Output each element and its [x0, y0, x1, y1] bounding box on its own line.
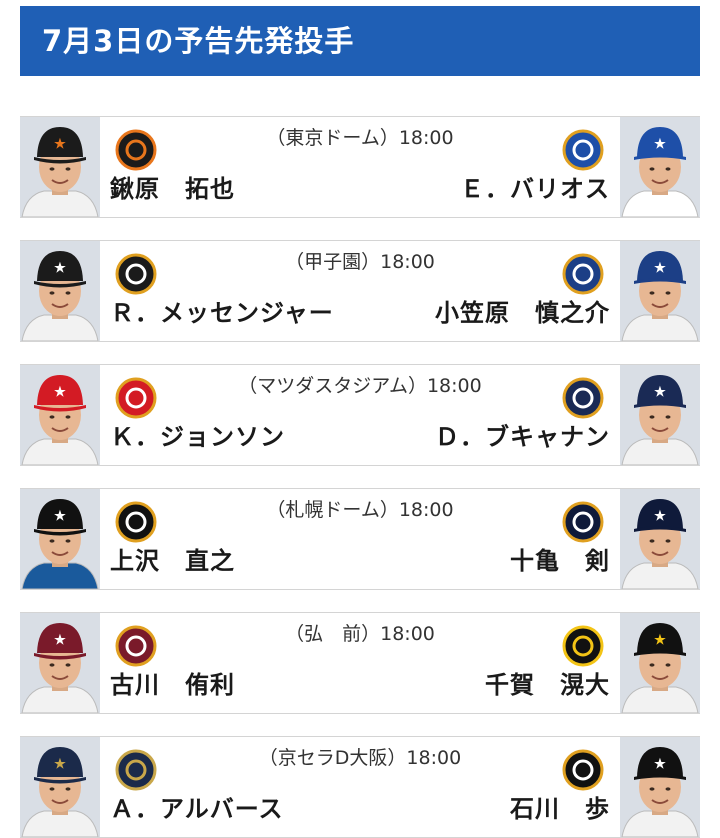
home-pitcher-photo: ★ [20, 737, 100, 837]
svg-text:★: ★ [54, 633, 66, 648]
home-pitcher-name[interactable]: Ｋ．ジョンソン [110, 417, 285, 452]
dragons-logo [560, 251, 606, 297]
marines-logo [560, 747, 606, 793]
away-pitcher-photo: ★ [620, 365, 700, 465]
home-pitcher-photo: ★ [20, 365, 100, 465]
game-card[interactable]: ★ ★ （札幌ドーム）18:00 上沢 直之 十亀 剣 [20, 488, 700, 590]
venue-time: （マツダスタジアム）18:00 [238, 375, 482, 397]
game-card[interactable]: ★ ★ （東京ドーム）18:00 鍬原 拓也 Ｅ．バリオス [20, 116, 700, 218]
carp-logo [113, 375, 159, 421]
home-pitcher-name[interactable]: Ｒ．メッセンジャー [110, 293, 334, 328]
away-pitcher-photo: ★ [620, 613, 700, 713]
away-pitcher-name[interactable]: Ｄ．ブキャナン [435, 417, 610, 452]
svg-text:★: ★ [654, 261, 666, 276]
game-card[interactable]: ★ ★ （弘 前）18:00 古川 侑利 千賀 滉大 [20, 612, 700, 714]
svg-text:★: ★ [654, 633, 666, 648]
fighters-logo [113, 499, 159, 545]
home-pitcher-photo: ★ [20, 117, 100, 217]
baystars-logo [560, 127, 606, 173]
away-pitcher-name[interactable]: 十亀 剣 [510, 541, 610, 576]
giants-logo [113, 127, 159, 173]
svg-text:★: ★ [54, 757, 66, 772]
away-pitcher-name[interactable]: 石川 歩 [510, 789, 610, 824]
home-pitcher-photo: ★ [20, 489, 100, 589]
home-pitcher-name[interactable]: 上沢 直之 [110, 541, 235, 576]
venue-time: （甲子園）18:00 [285, 251, 435, 273]
away-pitcher-photo: ★ [620, 117, 700, 217]
svg-text:★: ★ [654, 757, 666, 772]
venue-time: （札幌ドーム）18:00 [266, 499, 454, 521]
svg-text:★: ★ [54, 261, 66, 276]
svg-text:★: ★ [654, 509, 666, 524]
venue-time: （京セラD大阪）18:00 [258, 747, 462, 769]
game-card[interactable]: ★ ★ （マツダスタジアム）18:00 Ｋ．ジョンソン Ｄ．ブキャナン [20, 364, 700, 466]
buffaloes-logo [113, 747, 159, 793]
svg-text:★: ★ [54, 509, 66, 524]
page-title: 7月3日の予告先発投手 [42, 24, 355, 58]
home-pitcher-photo: ★ [20, 241, 100, 341]
game-card[interactable]: ★ ★ （甲子園）18:00 Ｒ．メッセンジャー 小笠原 慎之介 [20, 240, 700, 342]
tigers-logo [113, 251, 159, 297]
home-pitcher-name[interactable]: 古川 侑利 [110, 665, 235, 700]
game-card[interactable]: ★ ★ （京セラD大阪）18:00 Ａ．アルバース 石川 歩 [20, 736, 700, 838]
eagles-logo [113, 623, 159, 669]
venue-time: （弘 前）18:00 [285, 623, 435, 645]
svg-text:★: ★ [54, 385, 66, 400]
page-header: 7月3日の予告先発投手 [20, 6, 700, 76]
away-pitcher-photo: ★ [620, 737, 700, 837]
away-pitcher-photo: ★ [620, 489, 700, 589]
home-pitcher-name[interactable]: Ａ．アルバース [110, 789, 284, 824]
swallows-logo [560, 375, 606, 421]
venue-time: （東京ドーム）18:00 [266, 127, 454, 149]
svg-text:★: ★ [654, 385, 666, 400]
hawks-logo [560, 623, 606, 669]
home-pitcher-photo: ★ [20, 613, 100, 713]
svg-text:★: ★ [54, 137, 66, 152]
lions-logo [560, 499, 606, 545]
away-pitcher-name[interactable]: 小笠原 慎之介 [435, 293, 610, 328]
away-pitcher-name[interactable]: 千賀 滉大 [485, 665, 610, 700]
home-pitcher-name[interactable]: 鍬原 拓也 [110, 169, 235, 204]
away-pitcher-name[interactable]: Ｅ．バリオス [460, 169, 610, 204]
away-pitcher-photo: ★ [620, 241, 700, 341]
svg-text:★: ★ [654, 137, 666, 152]
